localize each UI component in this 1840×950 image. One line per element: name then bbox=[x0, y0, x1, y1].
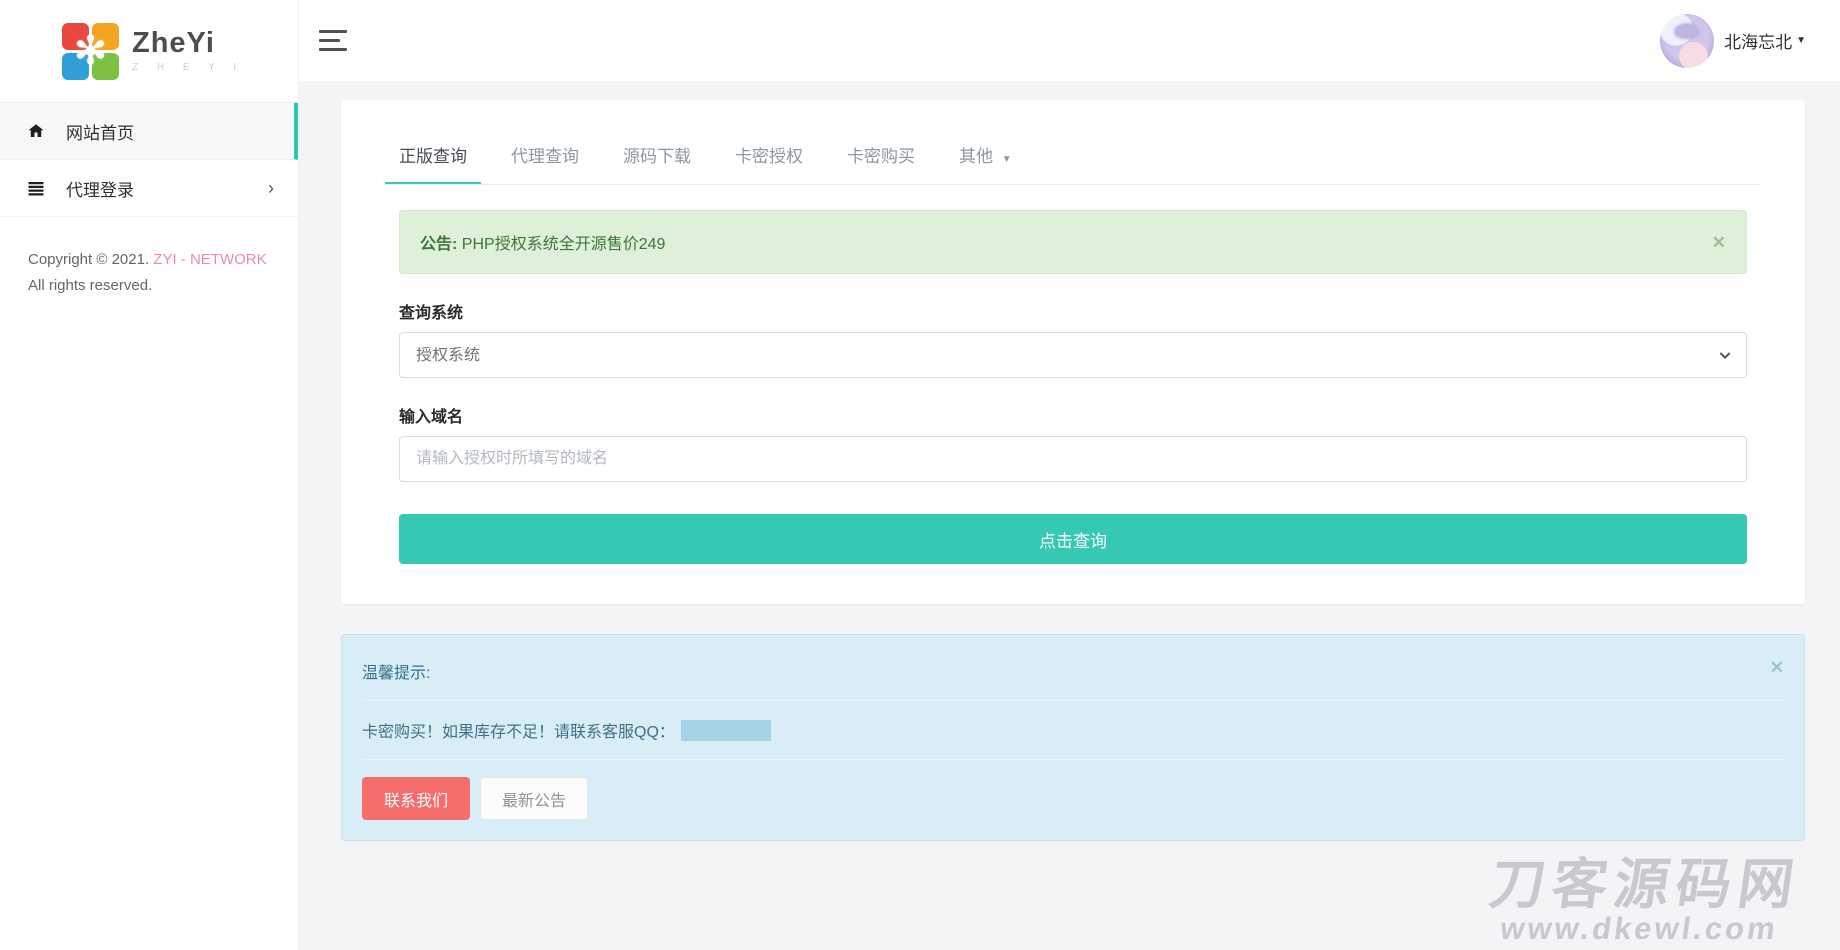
tab-genuine-query[interactable]: 正版查询 bbox=[385, 128, 481, 184]
tab-card-authorize[interactable]: 卡密授权 bbox=[721, 128, 817, 184]
qq-number-redacted bbox=[681, 720, 771, 741]
domain-input[interactable] bbox=[399, 436, 1747, 482]
main-content: 正版查询 代理查询 源码下载 卡密授权 卡密购买 其他 ▼ 公告: PHP授权系… bbox=[299, 82, 1840, 950]
brand-text: ZheYi Z H E Y I bbox=[132, 29, 244, 73]
divider bbox=[362, 700, 1784, 701]
watermark-title: 刀客源码网 bbox=[1487, 857, 1805, 912]
username: 北海忘北 bbox=[1724, 28, 1792, 53]
chevron-right-icon: › bbox=[268, 179, 274, 197]
brand-name: ZheYi bbox=[132, 29, 244, 58]
system-select-label: 查询系统 bbox=[399, 299, 1747, 323]
sidebar-menu: 网站首页 代理登录 › bbox=[0, 102, 298, 217]
menu-toggle-button[interactable] bbox=[319, 30, 349, 51]
alert-close-button[interactable]: ✕ bbox=[1712, 234, 1726, 251]
copyright-prefix: Copyright © 2021. bbox=[28, 251, 153, 268]
logo[interactable]: ✻ ZheYi Z H E Y I bbox=[0, 0, 298, 102]
notice-body: 卡密购买！如果库存不足！请联系客服QQ： bbox=[362, 718, 1784, 742]
home-icon bbox=[27, 122, 45, 140]
brand-logo-icon: ✻ bbox=[62, 23, 119, 80]
announcement-alert: 公告: PHP授权系统全开源售价249 ✕ bbox=[399, 210, 1747, 274]
domain-input-label: 输入域名 bbox=[399, 403, 1747, 427]
star-icon: ✻ bbox=[62, 23, 119, 80]
announcement-text: 公告: PHP授权系统全开源售价249 bbox=[420, 230, 665, 254]
notice-close-button[interactable]: ✕ bbox=[1770, 659, 1784, 676]
tab-card-purchase[interactable]: 卡密购买 bbox=[833, 128, 929, 184]
sidebar-item-home[interactable]: 网站首页 bbox=[0, 103, 298, 160]
hamburger-icon bbox=[319, 30, 347, 33]
divider bbox=[362, 759, 1784, 760]
query-card: 正版查询 代理查询 源码下载 卡密授权 卡密购买 其他 ▼ 公告: PHP授权系… bbox=[341, 100, 1805, 604]
system-select[interactable]: 授权系统 bbox=[399, 332, 1747, 378]
list-icon bbox=[27, 179, 45, 197]
notice-actions: 联系我们 最新公告 bbox=[362, 777, 1784, 820]
copyright: Copyright © 2021. ZYI - NETWORK All righ… bbox=[0, 217, 298, 330]
notice-panel: 温馨提示: ✕ 卡密购买！如果库存不足！请联系客服QQ： 联系我们 最新公告 bbox=[341, 634, 1805, 841]
submit-query-button[interactable]: 点击查询 bbox=[399, 514, 1747, 564]
caret-down-icon: ▼ bbox=[1002, 154, 1012, 165]
system-select-wrap: 授权系统 bbox=[399, 332, 1747, 378]
app-root: ✻ ZheYi Z H E Y I 网站首页 bbox=[0, 0, 1840, 950]
caret-down-icon: ▼ bbox=[1796, 35, 1806, 46]
sidebar-item-agent-login[interactable]: 代理登录 › bbox=[0, 160, 298, 217]
announcement-prefix: 公告: bbox=[420, 236, 457, 253]
sidebar-item-label: 网站首页 bbox=[66, 119, 134, 144]
brand-subtext: Z H E Y I bbox=[132, 62, 244, 73]
avatar bbox=[1660, 14, 1714, 68]
watermark: 刀客源码网 www.dkewl.com bbox=[1482, 857, 1805, 946]
latest-news-button[interactable]: 最新公告 bbox=[480, 777, 588, 820]
copyright-link[interactable]: ZYI - NETWORK bbox=[153, 251, 266, 268]
user-menu[interactable]: 北海忘北 ▼ bbox=[1660, 14, 1806, 68]
copyright-suffix: All rights reserved. bbox=[28, 277, 152, 294]
sidebar-item-label: 代理登录 bbox=[66, 176, 134, 201]
tab-source-download[interactable]: 源码下载 bbox=[609, 128, 705, 184]
header: 北海忘北 ▼ bbox=[299, 0, 1840, 82]
tab-other[interactable]: 其他 ▼ bbox=[945, 128, 1026, 184]
sidebar: ✻ ZheYi Z H E Y I 网站首页 bbox=[0, 0, 299, 950]
contact-us-button[interactable]: 联系我们 bbox=[362, 777, 470, 820]
tab-agent-query[interactable]: 代理查询 bbox=[497, 128, 593, 184]
right-column: 北海忘北 ▼ 正版查询 代理查询 源码下载 卡密授权 卡密购买 其他 ▼ 公告:… bbox=[299, 0, 1840, 950]
tab-bar: 正版查询 代理查询 源码下载 卡密授权 卡密购买 其他 ▼ bbox=[385, 128, 1761, 185]
watermark-url: www.dkewl.com bbox=[1482, 912, 1797, 946]
notice-title: 温馨提示: bbox=[362, 659, 430, 683]
